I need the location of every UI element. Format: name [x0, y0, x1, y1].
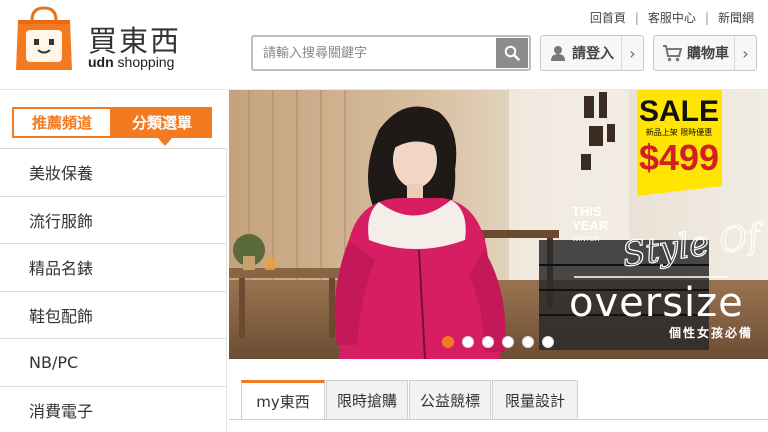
sale-price: $499 [639, 137, 719, 178]
category-list: 美妝保養 流行服飾 精品名錶 鞋包配飾 NB/PC 消費電子 [0, 149, 226, 432]
chevron-right-icon: › [734, 36, 756, 70]
banner-tagline: 個性女孩必備 [668, 325, 753, 340]
login-label: 請登入 [572, 46, 614, 62]
carousel-dots [442, 336, 554, 348]
tab-category-menu[interactable]: 分類選單 [112, 107, 212, 146]
search-input[interactable] [253, 37, 495, 69]
logo-english-text: udn shopping [88, 54, 175, 70]
banner-year: YEAR [572, 218, 609, 233]
divider [226, 148, 227, 432]
carousel-dot-1[interactable] [442, 336, 454, 348]
category-item-electronics[interactable]: 消費電子 [0, 387, 226, 432]
customer-service-link[interactable]: 客服中心 [648, 9, 696, 26]
tab-charity-auction[interactable]: 公益競標 [409, 380, 491, 420]
carousel-dot-3[interactable] [482, 336, 494, 348]
carousel-dot-4[interactable] [502, 336, 514, 348]
news-link[interactable]: 新聞網 [718, 9, 754, 26]
divider: | [634, 10, 639, 25]
cart-icon [663, 45, 682, 62]
banner-headline: oversize [569, 280, 744, 326]
category-item-shoes-bags[interactable]: 鞋包配飾 [0, 292, 226, 339]
carousel-dot-2[interactable] [462, 336, 474, 348]
search-button[interactable] [496, 38, 528, 68]
promo-banner[interactable]: SALE 新品上架 限時優惠 $499 THIS YEAR WINTER Sty… [229, 90, 768, 359]
sidebar-tabs: 推薦頻道 分類選單 [12, 107, 212, 146]
sidebar: 推薦頻道 分類選單 美妝保養 流行服飾 精品名錶 鞋包配飾 NB/PC 消費電子 [0, 90, 228, 432]
category-item-beauty[interactable]: 美妝保養 [0, 149, 226, 197]
chevron-right-icon: › [621, 36, 643, 70]
banner-winter: WINTER [572, 236, 600, 243]
category-item-luxury-watches[interactable]: 精品名錶 [0, 244, 226, 292]
tab-recommended-channels[interactable]: 推薦頻道 [12, 107, 112, 138]
tab-my-dongxi[interactable]: my東西 [241, 380, 325, 420]
cart-button[interactable]: 購物車 › [653, 35, 757, 71]
sale-title: SALE [639, 95, 719, 128]
divider [229, 419, 768, 420]
shopping-bag-logo-icon [16, 6, 72, 70]
search-icon [504, 45, 520, 61]
login-button[interactable]: 請登入 › [540, 35, 644, 71]
udn-shopping-logo[interactable]: 買東西 udn shopping [14, 6, 184, 74]
banner-this: THIS [572, 204, 602, 219]
tab-limited-design[interactable]: 限量設計 [492, 380, 578, 420]
section-tabs: my東西 限時搶購 公益競標 限量設計 [241, 380, 579, 420]
sale-subtitle: 新品上架 限時優惠 [646, 127, 713, 137]
category-item-fashion[interactable]: 流行服飾 [0, 197, 226, 244]
cart-label: 購物車 [687, 46, 729, 62]
carousel-dot-6[interactable] [542, 336, 554, 348]
banner-image: SALE 新品上架 限時優惠 $499 THIS YEAR WINTER Sty… [229, 90, 768, 359]
divider: | [704, 10, 709, 25]
header: 買東西 udn shopping 回首頁 | 客服中心 | 新聞網 請登入 › [0, 0, 768, 90]
tab-flash-sale[interactable]: 限時搶購 [326, 380, 408, 420]
carousel-dot-5[interactable] [522, 336, 534, 348]
user-icon [551, 46, 565, 61]
category-item-nb-pc[interactable]: NB/PC [0, 339, 226, 387]
top-links: 回首頁 | 客服中心 | 新聞網 [590, 9, 754, 26]
search-box [251, 35, 531, 71]
home-link[interactable]: 回首頁 [590, 9, 626, 26]
